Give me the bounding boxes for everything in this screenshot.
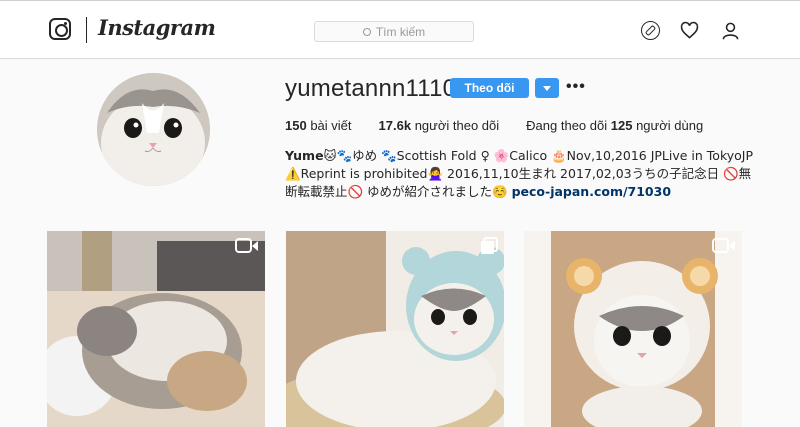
following-suffix: người dùng <box>636 118 704 133</box>
bio-line-1-text: 🐱🐾ゆめ 🐾Scottish Fold ♀ 🌸Calico 🎂Nov,10,20… <box>323 148 754 163</box>
search-icon <box>362 27 371 36</box>
post-thumbnail-2[interactable] <box>286 231 504 427</box>
compass-icon[interactable] <box>641 21 660 40</box>
more-options-button[interactable]: ••• <box>566 78 586 96</box>
post-thumbnail-3[interactable] <box>524 231 742 427</box>
profile-bio: Yume🐱🐾ゆめ 🐾Scottish Fold ♀ 🌸Calico 🎂Nov,1… <box>285 147 755 201</box>
profile-stats: 150 bài viết 17.6k người theo dõi Đang t… <box>285 118 730 133</box>
followers-count: 17.6k <box>378 118 412 133</box>
multiple-posts-icon <box>481 237 498 254</box>
bio-link[interactable]: peco-japan.com/71030 <box>512 184 671 199</box>
posts-stat: 150 bài viết <box>285 118 352 133</box>
instagram-wordmark[interactable]: Instagram <box>98 15 216 40</box>
followers-label: người theo dõi <box>414 118 500 133</box>
bio-line-1: Yume🐱🐾ゆめ 🐾Scottish Fold ♀ 🌸Calico 🎂Nov,1… <box>285 147 755 165</box>
following-count: 125 <box>610 118 633 133</box>
profile-avatar[interactable] <box>97 73 210 186</box>
bio-name: Yume <box>285 148 324 163</box>
following-prefix: Đang theo dõi <box>526 118 608 133</box>
posts-label: bài viết <box>310 118 352 133</box>
bio-line-2: ⚠️Reprint is prohibited🙅‍♀️ 2016,11,10生ま… <box>285 165 755 201</box>
profile-username: yumetannn1110 <box>285 75 457 102</box>
search-placeholder: Tìm kiếm <box>375 24 426 39</box>
suggestions-dropdown-button[interactable] <box>535 78 559 98</box>
posts-count: 150 <box>285 118 307 133</box>
logo-divider <box>86 17 87 43</box>
person-icon[interactable] <box>721 21 740 40</box>
video-camera-icon <box>235 238 258 253</box>
post-thumbnail-1[interactable] <box>47 231 265 427</box>
search-input[interactable]: Tìm kiếm <box>314 21 474 42</box>
following-stat[interactable]: Đang theo dõi 125 người dùng <box>526 118 703 133</box>
video-camera-icon <box>712 238 735 253</box>
heart-icon[interactable] <box>680 21 699 40</box>
instagram-glyph-icon[interactable] <box>49 18 71 40</box>
followers-stat[interactable]: 17.6k người theo dõi <box>379 118 500 133</box>
follow-button[interactable]: Theo dõi <box>450 78 529 98</box>
top-navigation-bar: Instagram Tìm kiếm <box>0 0 800 59</box>
